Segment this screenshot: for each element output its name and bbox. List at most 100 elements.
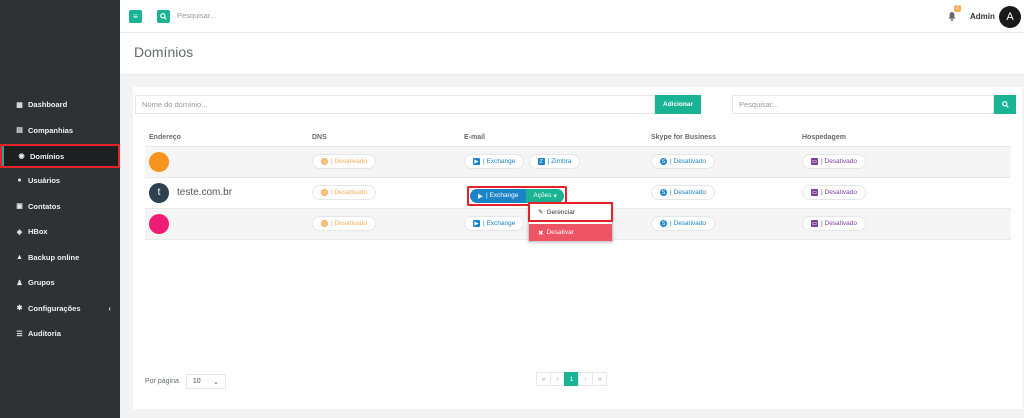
- sidebar-item-dashboard[interactable]: ▦ Dashboard: [0, 92, 120, 118]
- list-icon: ☰: [16, 330, 23, 338]
- search-submit-button[interactable]: [994, 95, 1016, 114]
- menu-toggle-button[interactable]: ≡: [129, 10, 142, 23]
- skype-icon: S: [660, 220, 667, 227]
- hosting-cell: ▭ | Desativado: [798, 177, 1011, 209]
- sidebar-item-contatos[interactable]: ▣ Contatos: [0, 194, 120, 220]
- exchange-label: | Exchange: [483, 220, 516, 227]
- page-header: Domínios: [120, 33, 1024, 75]
- skype-status-label: | Desativado: [670, 158, 707, 165]
- column-header: Skype for Business: [647, 129, 798, 147]
- per-page-select[interactable]: 10 ⌄: [185, 374, 226, 389]
- sidebar-item-dominios[interactable]: ◉ Domínios: [0, 144, 120, 168]
- hosting-status-label: | Desativado: [821, 189, 858, 196]
- dns-status-button[interactable]: ◎ | Desativado: [312, 216, 377, 231]
- sidebar-item-usuarios[interactable]: ● Usuários: [0, 168, 120, 194]
- column-header: DNS: [308, 129, 460, 147]
- window-icon: ▭: [811, 220, 818, 227]
- sidebar-item-label: Backup online: [28, 252, 80, 262]
- search-input[interactable]: Pesquisar...: [732, 95, 994, 114]
- dns-status-button[interactable]: ◎ | Desativado: [312, 185, 377, 200]
- dns-status-label: | Desativado: [331, 220, 368, 227]
- bell-icon[interactable]: [947, 11, 957, 21]
- close-icon: ✖: [538, 229, 544, 237]
- address-card-icon: ▣: [16, 203, 23, 211]
- skype-status-label: | Desativado: [670, 220, 707, 227]
- last-page-button[interactable]: »: [592, 372, 607, 386]
- hosting-status-button[interactable]: ▭ | Desativado: [802, 185, 867, 200]
- table-row: ◎ | Desativado ▶ | Exchange Z | Zimbra S | D…: [145, 146, 1011, 178]
- sidebar-item-configuracoes[interactable]: ✱ Configurações ‹: [0, 296, 120, 322]
- user-name[interactable]: Admin: [970, 12, 995, 21]
- manage-menu-item[interactable]: ✎ Gerenciar: [528, 202, 613, 222]
- dns-cell: ◎ | Desativado: [308, 146, 460, 178]
- sidebar-item-label: Dashboard: [28, 100, 68, 110]
- sidebar-item-backup-online[interactable]: ▲ Backup online: [0, 245, 120, 271]
- prev-page-button[interactable]: ‹: [550, 372, 565, 386]
- grid-icon: ▦: [16, 101, 23, 109]
- domain-name-input[interactable]: Nome do domínio...: [135, 95, 655, 114]
- globe-icon: ◉: [18, 153, 25, 160]
- sidebar-item-label: Contatos: [28, 201, 61, 211]
- hosting-status-button[interactable]: ▭ | Desativado: [802, 154, 867, 169]
- domain-name[interactable]: teste.com.br: [177, 187, 232, 198]
- sidebar-item-grupos[interactable]: ♟ Grupos: [0, 270, 120, 296]
- skype-status-button[interactable]: S | Desativado: [651, 216, 716, 231]
- zimbra-button[interactable]: Z | Zimbra: [528, 154, 581, 169]
- zimbra-icon: Z: [537, 158, 545, 165]
- pagination: « ‹ 1 › »: [536, 372, 607, 386]
- gear-icon: ✱: [16, 305, 23, 313]
- skype-status-button[interactable]: S | Desativado: [651, 154, 716, 169]
- sidebar-item-label: Grupos: [28, 278, 55, 288]
- hosting-cell: ▭ | Desativado: [798, 208, 1011, 240]
- skype-cell: S | Desativado: [647, 177, 798, 209]
- pencil-icon: ✎: [538, 209, 544, 216]
- skype-icon: S: [660, 158, 667, 165]
- sidebar-item-label: Domínios: [30, 151, 65, 161]
- sidebar-item-hbox[interactable]: ◈ HBox: [0, 219, 120, 245]
- skype-status-button[interactable]: S | Desativado: [651, 185, 716, 200]
- sidebar-item-auditoria[interactable]: ☰ Auditoria: [0, 321, 120, 347]
- next-page-button[interactable]: ›: [578, 372, 593, 386]
- manage-label: Gerenciar: [546, 208, 575, 216]
- dns-cell: ◎ | Desativado: [308, 208, 460, 240]
- actions-dropdown-button[interactable]: Ações ▾: [526, 188, 564, 203]
- sidebar-item-label: Auditoria: [28, 329, 61, 339]
- globe-icon: ◎: [321, 189, 328, 196]
- exchange-button[interactable]: ▶ | Exchange: [464, 154, 525, 169]
- hosting-status-label: | Desativado: [821, 158, 858, 165]
- hosting-status-button[interactable]: ▭ | Desativado: [802, 216, 867, 231]
- top-search-input[interactable]: Pesquisar...: [177, 11, 216, 20]
- globe-icon: ◎: [321, 220, 328, 227]
- exchange-label: | Exchange: [486, 192, 519, 199]
- caret-down-icon: ▾: [553, 192, 557, 200]
- column-header: Endereço: [145, 129, 308, 147]
- add-domain-button[interactable]: Adicionar: [655, 95, 701, 114]
- play-icon: ▶: [478, 192, 483, 200]
- deactivate-menu-item[interactable]: ✖ Desativar: [529, 224, 612, 241]
- sidebar-item-companhias[interactable]: ▤ Companhias: [0, 118, 120, 144]
- address-cell: t teste.com.br: [145, 177, 308, 209]
- page-1-button[interactable]: 1: [564, 372, 579, 386]
- search-button[interactable]: [157, 10, 170, 23]
- domain-avatar: t: [149, 182, 169, 203]
- sidebar: ▦ Dashboard ▤ Companhias ◉ Domínios ● Usuári…: [0, 0, 120, 418]
- chevron-left-icon: ‹: [108, 303, 111, 313]
- building-icon: ▤: [16, 127, 23, 135]
- table-header-row: Endereço DNS E-mail Skype for Business H…: [145, 129, 1011, 147]
- exchange-button[interactable]: ▶ | Exchange: [470, 188, 527, 203]
- window-icon: ▭: [811, 158, 818, 165]
- exchange-button[interactable]: ▶ | Exchange: [464, 216, 525, 231]
- globe-icon: ◎: [321, 158, 328, 165]
- deactivate-label: Desativar: [546, 229, 574, 236]
- main-panel: Nome do domínio... Adicionar Pesquisar..…: [133, 87, 1022, 409]
- per-page-label: Por página: [145, 378, 179, 385]
- dns-status-button[interactable]: ◎ | Desativado: [312, 154, 377, 169]
- first-page-button[interactable]: «: [536, 372, 551, 386]
- dns-cell: ◎ | Desativado: [308, 177, 460, 209]
- hamburger-icon: ≡: [133, 12, 138, 21]
- skype-status-label: | Desativado: [670, 189, 707, 196]
- sidebar-item-label: HBox: [28, 227, 48, 237]
- cube-icon: ◈: [16, 228, 23, 236]
- chevron-down-icon: ⌄: [212, 378, 219, 386]
- avatar[interactable]: A: [999, 6, 1021, 28]
